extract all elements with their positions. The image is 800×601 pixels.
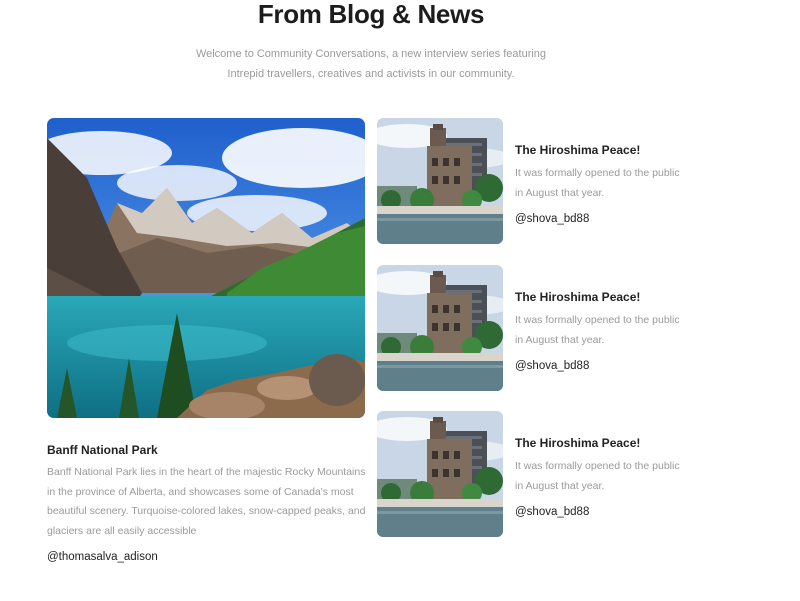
side-post-excerpt: It was formally opened to the public in … [515,167,680,199]
featured-image[interactable] [47,118,365,418]
section-title: From Blog & News [257,0,485,29]
hiroshima-dome-image[interactable] [377,265,503,391]
side-post-author[interactable]: @shova_bd88 [515,505,589,519]
hiroshima-dome-image[interactable] [377,118,503,244]
side-post-title[interactable]: The Hiroshima Peace! [515,290,640,304]
side-post-1: The Hiroshima Peace! It was formally ope… [377,118,707,246]
side-post-excerpt: It was formally opened to the public in … [515,460,680,492]
subtitle-line-2: Intrepid travellers, creatives and activ… [227,68,515,80]
subtitle-line-1: Welcome to Community Conversations, a ne… [195,48,547,60]
featured-post-excerpt: Banff National Park lies in the heart of… [47,466,366,537]
hiroshima-dome-image[interactable] [377,411,503,537]
side-post-3: The Hiroshima Peace! It was formally ope… [377,411,707,539]
section-subtitle: Welcome to Community Conversations, a ne… [0,44,742,84]
featured-post-title[interactable]: Banff National Park [47,443,158,457]
side-post-title[interactable]: The Hiroshima Peace! [515,436,640,450]
side-post-title[interactable]: The Hiroshima Peace! [515,143,640,157]
side-post-author[interactable]: @shova_bd88 [515,212,589,226]
featured-post-author[interactable]: @thomasalva_adison [47,550,158,564]
side-post-excerpt: It was formally opened to the public in … [515,314,680,346]
side-post-2: The Hiroshima Peace! It was formally ope… [377,265,707,393]
side-post-author[interactable]: @shova_bd88 [515,359,589,373]
